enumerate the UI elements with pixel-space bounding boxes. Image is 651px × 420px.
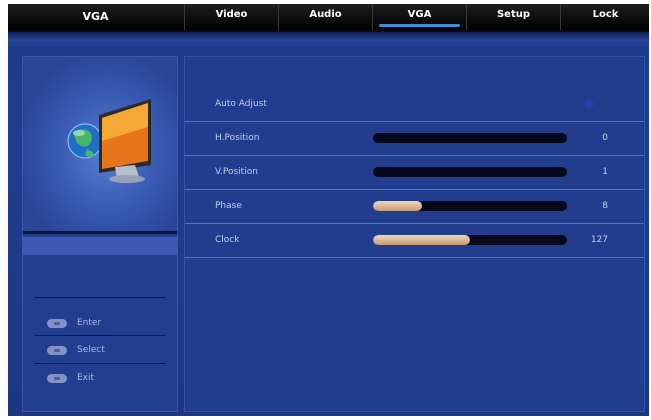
clock-slider[interactable] bbox=[373, 235, 567, 245]
setting-auto-adjust[interactable]: Auto Adjust bbox=[185, 88, 644, 122]
slider-fill bbox=[373, 201, 422, 211]
tab-audio[interactable]: Audio bbox=[278, 4, 372, 30]
hint-select: Select bbox=[47, 342, 105, 358]
hint-label: Select bbox=[77, 345, 105, 355]
tab-lock[interactable]: Lock bbox=[560, 4, 649, 30]
hint-exit: Exit bbox=[47, 370, 94, 386]
setting-phase[interactable]: Phase 8 bbox=[185, 190, 644, 224]
setting-label: Phase bbox=[215, 201, 242, 211]
setting-value: 1 bbox=[602, 167, 608, 177]
setting-label: V.Position bbox=[215, 167, 258, 177]
tab-label: Audio bbox=[309, 9, 342, 20]
exit-key-icon bbox=[47, 373, 67, 383]
phase-slider[interactable] bbox=[373, 201, 567, 211]
setting-h-position[interactable]: H.Position 0 bbox=[185, 122, 644, 156]
sidebar-divider bbox=[35, 335, 165, 336]
setting-value: 0 bbox=[602, 133, 608, 143]
setting-v-position[interactable]: V.Position 1 bbox=[185, 156, 644, 190]
sidebar-divider bbox=[35, 363, 165, 364]
h-position-slider[interactable] bbox=[373, 133, 567, 143]
sidebar: Enter Select Exit bbox=[22, 56, 178, 412]
tab-label: Setup bbox=[496, 9, 531, 20]
hint-label: Exit bbox=[77, 373, 95, 383]
tab-vga[interactable]: VGA bbox=[372, 4, 466, 30]
tab-video[interactable]: Video bbox=[184, 4, 278, 30]
menu-subbar bbox=[8, 32, 649, 42]
sidebar-divider bbox=[35, 297, 165, 298]
setting-label: H.Position bbox=[215, 133, 260, 143]
osd-screen: VGA Video Audio VGA Setup Lock Enter Sel… bbox=[8, 4, 649, 416]
tab-label: VGA bbox=[407, 9, 432, 20]
menu-bar: VGA Video Audio VGA Setup Lock bbox=[8, 4, 649, 32]
section-title: VGA bbox=[82, 10, 109, 23]
sidebar-band bbox=[23, 237, 177, 255]
hint-enter: Enter bbox=[47, 315, 101, 331]
setting-label: Clock bbox=[215, 235, 240, 245]
enter-key-icon bbox=[47, 318, 67, 328]
select-key-icon bbox=[47, 345, 67, 355]
icon-box bbox=[23, 57, 177, 234]
tab-setup[interactable]: Setup bbox=[466, 4, 560, 30]
v-position-slider[interactable] bbox=[373, 167, 567, 177]
monitor-globe-icon bbox=[67, 99, 151, 183]
hint-label: Enter bbox=[77, 318, 102, 328]
slider-fill bbox=[373, 235, 470, 245]
setting-value: 127 bbox=[590, 235, 608, 245]
tab-label: Video bbox=[215, 9, 248, 20]
setting-value: 8 bbox=[602, 201, 608, 211]
auto-adjust-toggle[interactable] bbox=[583, 98, 595, 110]
settings-panel: Auto Adjust H.Position 0 V.Position 1 Ph… bbox=[184, 56, 645, 412]
tab-label: Lock bbox=[592, 9, 619, 20]
setting-clock[interactable]: Clock 127 bbox=[185, 224, 644, 258]
setting-label: Auto Adjust bbox=[215, 99, 267, 109]
